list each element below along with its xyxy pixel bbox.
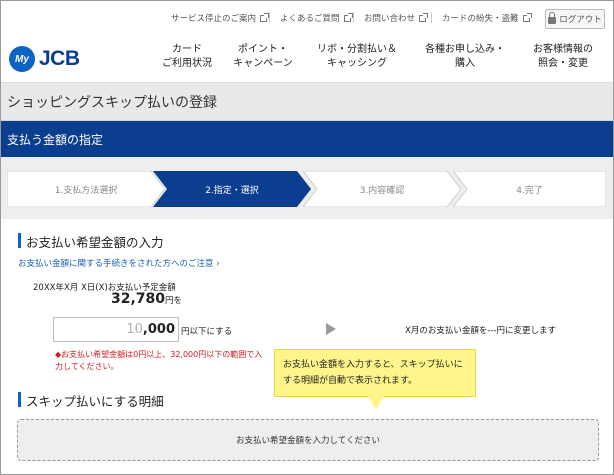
amount-range-note: ◆お支払い希望金額は0円以上、32,000円以下の範囲で入力してください。 bbox=[55, 350, 263, 371]
divider bbox=[431, 12, 432, 23]
external-link-icon bbox=[419, 13, 429, 22]
step-3-label: 3.内容確認 bbox=[359, 185, 405, 196]
external-link-icon bbox=[260, 13, 270, 22]
nav-points-campaign[interactable]: ポイント・ キャンペーン bbox=[227, 43, 299, 71]
skip-heading: スキップ払いにする明細 bbox=[18, 391, 164, 410]
step-2: 2.指定・選択 bbox=[153, 171, 311, 207]
step-3: 3.内容確認 bbox=[303, 171, 461, 207]
payment-notice-link[interactable]: お支払い金額に関する手続きをされた方へのご注意 › bbox=[18, 257, 220, 269]
util-link-service-notice[interactable]: サービス停止のご案内 bbox=[171, 12, 270, 24]
skip-details-placeholder: お支払い希望金額を入力してください bbox=[17, 419, 599, 461]
nav-card-usage[interactable]: カード ご利用状況 bbox=[155, 43, 219, 71]
utility-bar: サービス停止のご案内 よくあるご質問 お問い合わせ カードの紛失・盗難 ログアウ… bbox=[1, 1, 613, 37]
external-link-icon bbox=[343, 13, 353, 22]
payment-heading: お支払い希望金額の入力 bbox=[18, 232, 164, 251]
page-title: ショッピングスキップ払いの登録 bbox=[7, 95, 217, 111]
chevron-right-icon: › bbox=[216, 259, 220, 269]
step-indicator: 1.支払方法選択 2.指定・選択 3.内容確認 4.完了 bbox=[7, 171, 606, 207]
due-amount: 32,780円を bbox=[111, 291, 183, 307]
myjcb-logo[interactable]: My JCB bbox=[9, 42, 105, 76]
global-nav: My JCB カード ご利用状況 ポイント・ キャンペーン リボ・分割払い＆ キ… bbox=[1, 37, 613, 83]
util-link-faq[interactable]: よくあるご質問 bbox=[280, 12, 353, 24]
lock-icon bbox=[548, 12, 557, 24]
info-tooltip: お支払い金額を入力すると、スキップ払いにする明細が自動で表示されます。 bbox=[274, 349, 476, 410]
payment-amount-input[interactable]: 10,000 bbox=[53, 317, 179, 342]
nav-customer-info[interactable]: お客様情報の 照会・変更 bbox=[521, 43, 605, 71]
nav-revolving-cashing[interactable]: リボ・分割払い＆ キャッシング bbox=[309, 43, 405, 71]
logout-label: ログアウト bbox=[559, 15, 602, 25]
logout-button[interactable]: ログアウト bbox=[545, 9, 605, 29]
section-title: 支払う金額の指定 bbox=[7, 133, 104, 147]
logo-my-badge: My bbox=[9, 46, 35, 72]
divider bbox=[269, 12, 270, 23]
step-4-label: 4.完了 bbox=[516, 185, 543, 196]
util-link-contact[interactable]: お問い合わせ bbox=[364, 12, 429, 24]
external-link-icon bbox=[522, 13, 532, 22]
step-4: 4.完了 bbox=[453, 171, 606, 207]
step-2-label: 2.指定・選択 bbox=[205, 185, 259, 196]
nav-applications[interactable]: 各種お申し込み・ 購入 bbox=[417, 43, 513, 71]
arrow-right-icon bbox=[326, 323, 336, 335]
amount-input-suffix: 円以下にする bbox=[181, 327, 233, 337]
step-indicator-area: 1.支払方法選択 2.指定・選択 3.内容確認 4.完了 bbox=[1, 157, 613, 219]
section-header: 支払う金額の指定 bbox=[1, 121, 613, 157]
divider bbox=[353, 12, 354, 23]
change-result-text: X月のお支払い金額を---円に変更します bbox=[405, 326, 557, 336]
page-frame: サービス停止のご案内 よくあるご質問 お問い合わせ カードの紛失・盗難 ログアウ… bbox=[0, 0, 614, 475]
main-content: お支払い希望金額の入力 お支払い金額に関する手続きをされた方へのご注意 › 20… bbox=[7, 219, 606, 474]
page-title-band: ショッピングスキップ払いの登録 bbox=[1, 83, 613, 121]
logo-brand: JCB bbox=[39, 47, 80, 70]
util-link-lost-card[interactable]: カードの紛失・盗難 bbox=[442, 12, 532, 24]
step-1: 1.支払方法選択 bbox=[7, 171, 165, 207]
step-1-label: 1.支払方法選択 bbox=[54, 185, 118, 196]
